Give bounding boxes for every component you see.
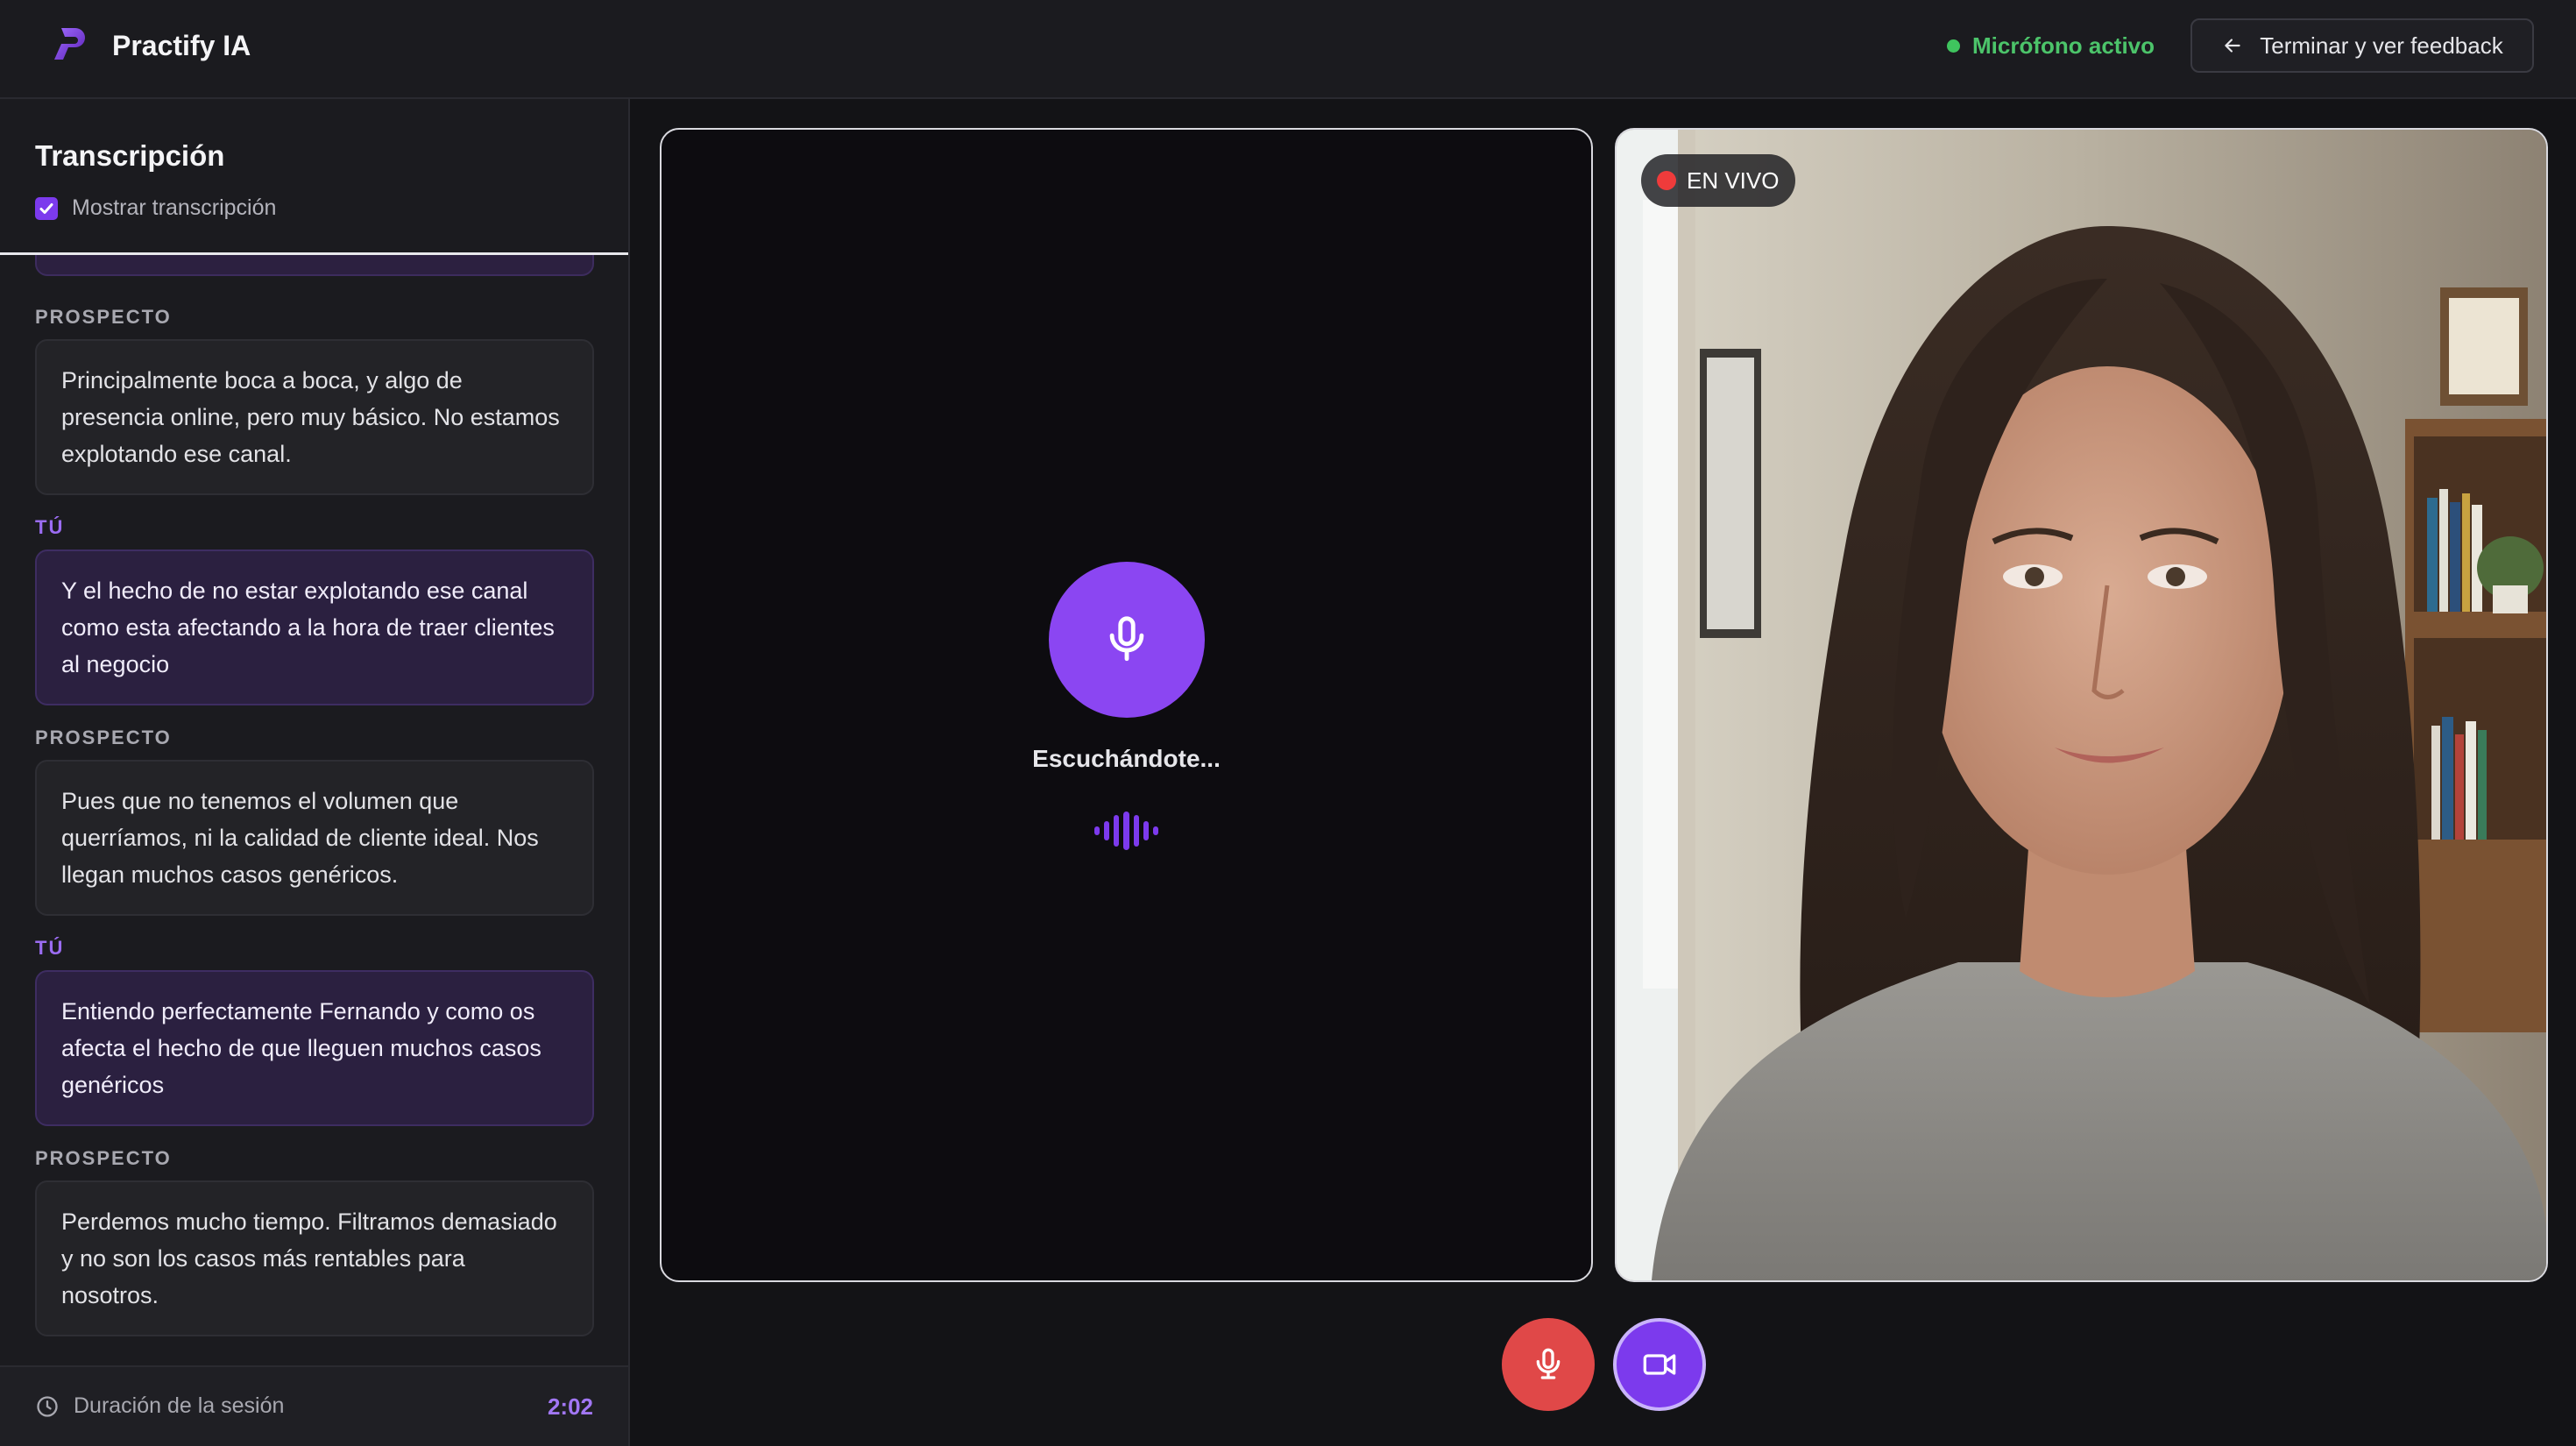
- listening-status: Escuchándote...: [1032, 745, 1221, 772]
- live-label: EN VIVO: [1687, 167, 1780, 194]
- duration-label-group: Duración de la sesión: [35, 1393, 284, 1419]
- show-transcript-label: Mostrar transcripción: [72, 195, 277, 220]
- message-bubble-partial: [35, 255, 594, 276]
- transcript-title: Transcripción: [35, 139, 225, 172]
- checkbox-checked-icon[interactable]: [35, 196, 58, 220]
- duration-value: 2:02: [547, 1393, 593, 1420]
- duration-label: Duración de la sesión: [74, 1393, 285, 1418]
- end-and-feedback-button[interactable]: Terminar y ver feedback: [2190, 18, 2534, 73]
- message-role: TÚ: [35, 937, 65, 959]
- microphone-icon: [1536, 1348, 1560, 1379]
- transcript-message: PROSPECTO Perdemos mucho tiempo. Filtram…: [35, 1147, 594, 1336]
- transcript-message: PROSPECTO Pues que no tenemos el volumen…: [35, 727, 594, 916]
- message-role: PROSPECTO: [35, 1147, 172, 1169]
- agent-mic-indicator: [1049, 562, 1205, 718]
- call-stage: Escuchándote... EN VIVO: [630, 99, 2576, 1446]
- session-duration-bar: Duración de la sesión 2:02: [0, 1365, 628, 1446]
- transcript-message: TÚ Entiendo perfectamente Fernando y com…: [35, 937, 594, 1126]
- practify-logo-icon: [54, 28, 85, 60]
- message-role: PROSPECTO: [35, 727, 172, 748]
- audio-wave-icon: [1094, 812, 1158, 850]
- video-camera-icon: [1643, 1354, 1676, 1375]
- message-role: PROSPECTO: [35, 306, 172, 328]
- agent-panel: Escuchándote...: [660, 128, 1593, 1282]
- transcript-sidebar: Transcripción Mostrar transcripción PROS…: [0, 99, 630, 1446]
- show-transcript-toggle[interactable]: Mostrar transcripción: [35, 195, 276, 221]
- microphone-icon: [1109, 616, 1144, 662]
- recording-dot-icon: [1657, 171, 1676, 190]
- arrow-left-icon: [2225, 39, 2240, 53]
- mic-status-indicator: Micrófono activo: [1947, 28, 2155, 63]
- prospect-video-image: [1617, 130, 2546, 1280]
- message-text: Entiendo perfectamente Fernando y como o…: [35, 970, 594, 1126]
- toggle-camera-button[interactable]: [1613, 1318, 1706, 1411]
- transcript-header: Transcripción Mostrar transcripción: [0, 99, 628, 255]
- message-role: TÚ: [35, 516, 65, 538]
- mic-status-label: Micrófono activo: [1972, 32, 2155, 59]
- end-button-label: Terminar y ver feedback: [2260, 32, 2503, 59]
- live-badge: EN VIVO: [1641, 154, 1795, 207]
- clock-icon: [37, 1395, 58, 1417]
- top-bar: Practify IA Micrófono activo Terminar y …: [0, 0, 2576, 99]
- app-title: Practify IA: [112, 30, 251, 61]
- transcript-message: TÚ Y el hecho de no estar explotando ese…: [35, 516, 594, 705]
- transcript-list[interactable]: PROSPECTO Principalmente boca a boca, y …: [0, 255, 628, 1446]
- message-text: Perdemos mucho tiempo. Filtramos demasia…: [35, 1180, 594, 1336]
- prospect-video-feed: EN VIVO: [1615, 128, 2548, 1282]
- message-text: Pues que no tenemos el volumen que querr…: [35, 760, 594, 916]
- message-text: Principalmente boca a boca, y algo de pr…: [35, 339, 594, 495]
- toggle-microphone-button[interactable]: [1502, 1318, 1595, 1411]
- transcript-message: PROSPECTO Principalmente boca a boca, y …: [35, 306, 594, 495]
- status-dot-icon: [1947, 39, 1960, 53]
- message-text: Y el hecho de no estar explotando ese ca…: [35, 549, 594, 705]
